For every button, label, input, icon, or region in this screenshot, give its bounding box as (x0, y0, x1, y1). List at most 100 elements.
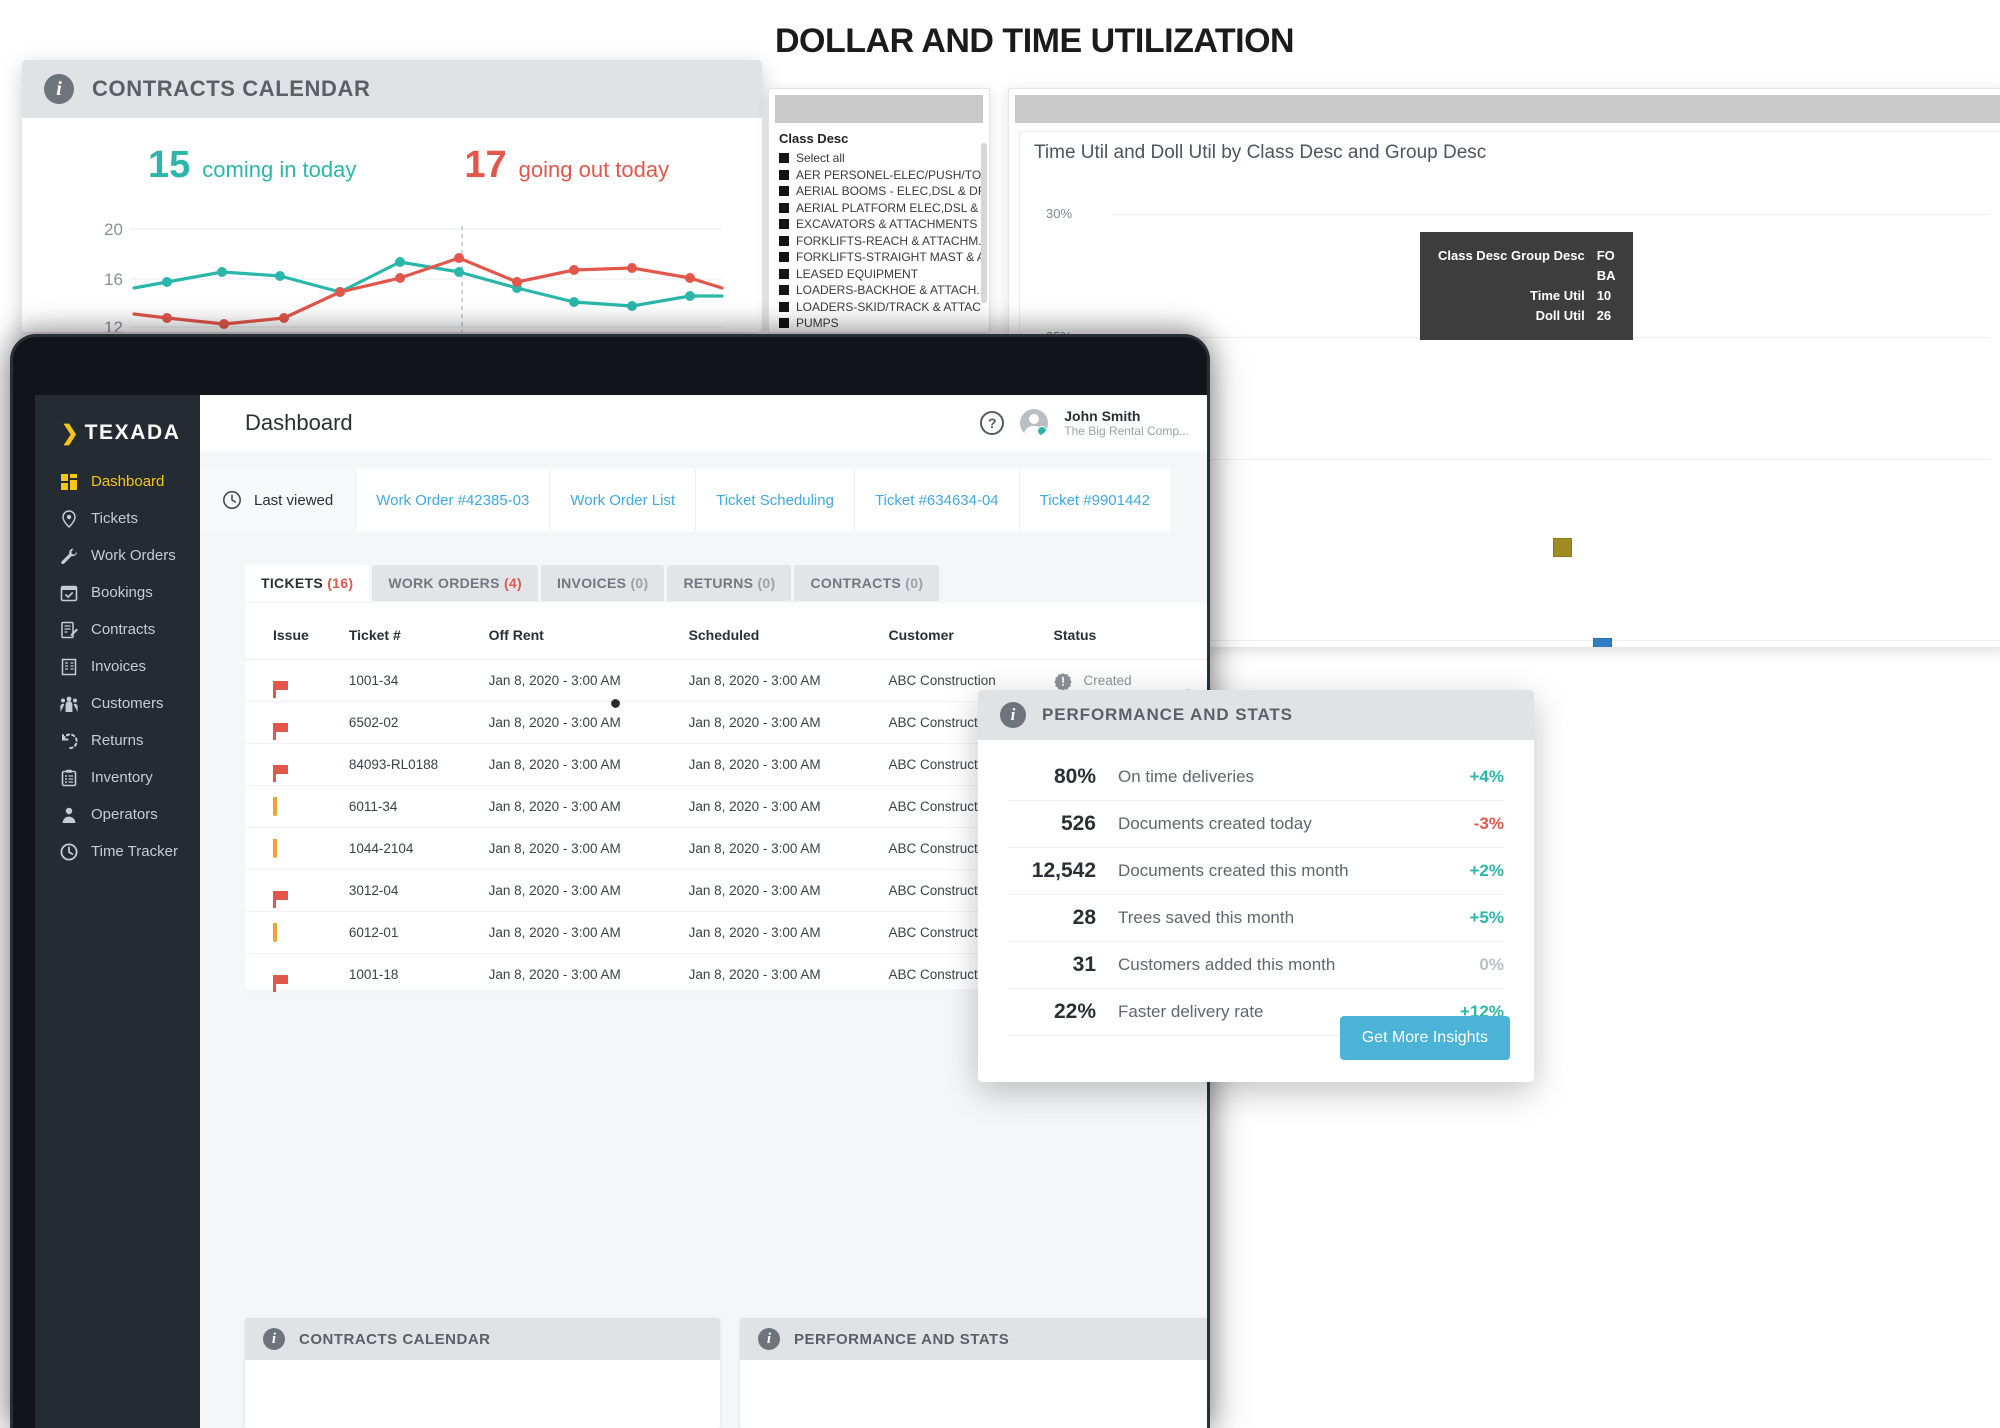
sidebar-item-operators[interactable]: Operators (35, 796, 200, 833)
panel-toolbar (1015, 95, 2000, 123)
tab-label: RETURNS (683, 575, 754, 591)
column-header[interactable]: Scheduled (688, 603, 889, 660)
scatter-point[interactable] (1592, 637, 1612, 647)
off-rent-cell: Jan 8, 2020 - 3:00 AM (488, 785, 689, 828)
ticket-number-cell[interactable]: 6502-02 (348, 701, 489, 744)
sidebar-item-work-orders[interactable]: Work Orders (35, 537, 200, 574)
tab-count: (0) (757, 575, 776, 591)
performance-card-title: PERFORMANCE AND STATS (1042, 705, 1293, 724)
last-viewed-bar: Last viewed Work Order #42385-03 Work Ord… (200, 469, 1207, 531)
going-out-label: going out today (518, 157, 670, 182)
last-viewed-tab[interactable]: Ticket #9901442 (1018, 469, 1171, 531)
sidebar-item-inventory[interactable]: Inventory (35, 759, 200, 796)
column-header[interactable]: Off Rent (488, 603, 689, 660)
online-status-dot (1037, 426, 1048, 436)
class-desc-item[interactable]: LEASED EQUIPMENT (779, 266, 981, 283)
checkbox-icon[interactable] (779, 169, 789, 180)
scheduled-cell: Jan 8, 2020 - 3:00 AM (688, 827, 889, 870)
performance-row: 31 Customers added this month 0% (1008, 942, 1504, 989)
texada-logo: ❯ TEXADA (35, 395, 200, 445)
checkbox-icon[interactable] (779, 202, 789, 213)
tab-work-orders[interactable]: WORK ORDERS (4) (372, 565, 538, 601)
going-out-stat: 17 going out today (464, 144, 669, 187)
class-desc-scrollbar[interactable] (981, 143, 987, 303)
sidebar-item-contracts[interactable]: Contracts (35, 611, 200, 648)
mini-card-performance-stats[interactable]: i PERFORMANCE AND STATS (740, 1318, 1207, 1428)
class-desc-item[interactable]: LOADERS-SKID/TRACK & ATTAC... (779, 299, 981, 316)
checkbox-icon[interactable] (779, 219, 789, 230)
sidebar-item-tickets[interactable]: Tickets (35, 500, 200, 537)
performance-delta: 0% (1479, 955, 1504, 974)
table-header-row: Issue Ticket # Off Rent Scheduled Customer St… (245, 603, 1207, 660)
ticket-number-cell[interactable]: 1001-34 (348, 659, 489, 702)
sidebar-item-bookings[interactable]: Bookings (35, 574, 200, 611)
column-header[interactable]: Customer (888, 603, 1054, 660)
sidebar-item-invoices[interactable]: Invoices (35, 648, 200, 685)
checkbox-icon[interactable] (779, 235, 789, 246)
invoice-icon (59, 657, 78, 676)
avatar[interactable] (1020, 409, 1049, 437)
last-viewed-tab[interactable]: Ticket Scheduling (695, 469, 854, 531)
sidebar-item-returns[interactable]: Returns (35, 722, 200, 759)
class-desc-item[interactable]: EXCAVATORS & ATTACHMENTS (779, 216, 981, 233)
checkbox-icon[interactable] (779, 252, 789, 263)
class-desc-item[interactable]: AERIAL BOOMS - ELEC,DSL & DF (779, 183, 981, 200)
checkbox-icon[interactable] (779, 301, 789, 312)
column-header[interactable]: Issue (245, 603, 349, 660)
mini-card-contracts-calendar[interactable]: i CONTRACTS CALENDAR (245, 1318, 720, 1428)
tab-returns[interactable]: RETURNS (0) (667, 565, 792, 601)
checkbox-icon[interactable] (779, 318, 789, 329)
info-icon: i (263, 1328, 285, 1350)
last-viewed-tab[interactable]: Ticket #634634-04 (853, 469, 1019, 531)
class-desc-item-label: FORKLIFTS-STRAIGHT MAST & A... (796, 250, 981, 264)
topbar: Dashboard ? John Smith The Big Rental Co… (200, 395, 1207, 451)
class-desc-item[interactable]: PUMPS (779, 315, 981, 332)
ticket-number-cell[interactable]: 6011-34 (348, 785, 489, 828)
class-desc-item[interactable]: LOADERS-BACKHOE & ATTACH... (779, 282, 981, 299)
grid-icon (59, 472, 78, 491)
class-desc-item[interactable]: AER PERSONEL-ELEC/PUSH/TO... (779, 167, 981, 184)
checkbox-icon[interactable] (779, 268, 789, 279)
class-desc-list[interactable]: Class Desc Select all AER PERSONEL-ELEC/P… (769, 123, 989, 333)
clipboard-icon (59, 768, 78, 787)
tab-label: INVOICES (556, 575, 627, 591)
off-rent-cell: Jan 8, 2020 - 3:00 AM (488, 869, 689, 912)
ticket-number-cell[interactable]: 6012-01 (348, 911, 489, 954)
info-icon: i (44, 74, 74, 104)
return-arrow-icon (59, 731, 78, 750)
sidebar-item-customers[interactable]: Customers (35, 685, 200, 722)
class-desc-item[interactable]: Select all (779, 150, 981, 167)
column-header[interactable]: Ticket # (348, 603, 489, 660)
last-viewed-tab[interactable]: Work Order #42385-03 (355, 469, 550, 531)
checkbox-icon[interactable] (779, 186, 789, 197)
tab-invoices[interactable]: INVOICES (0) (540, 565, 665, 601)
issue-cell (245, 911, 349, 954)
class-desc-item-label: VEHICLES (796, 332, 855, 333)
help-icon[interactable]: ? (980, 411, 1005, 435)
ticket-number-cell[interactable]: 3012-04 (348, 869, 489, 912)
user-info[interactable]: John Smith The Big Rental Comp... (1064, 408, 1189, 439)
checkbox-icon[interactable] (779, 285, 789, 296)
off-rent-cell: Jan 8, 2020 - 3:00 AM (488, 827, 689, 870)
sidebar-item-time-tracker[interactable]: Time Tracker (35, 833, 200, 870)
class-desc-item[interactable]: FORKLIFTS-STRAIGHT MAST & A... (779, 249, 981, 266)
contracts-calendar-body: 15 coming in today 17 going out today 20… (22, 118, 762, 332)
ticket-number-cell[interactable]: 1044-2104 (348, 827, 489, 870)
checkbox-icon[interactable] (779, 153, 789, 164)
class-desc-item[interactable]: VEHICLES (779, 332, 981, 333)
tab-label: TICKETS (261, 575, 323, 591)
performance-value: 12,542 (1031, 859, 1096, 882)
scatter-point[interactable] (1552, 537, 1572, 557)
column-header[interactable]: Status (1053, 603, 1207, 660)
tab-contracts[interactable]: CONTRACTS (0) (794, 565, 940, 601)
last-viewed-tab[interactable]: Work Order List (549, 469, 696, 531)
calendar-check-icon (59, 583, 78, 602)
ticket-number-cell[interactable]: 84093-RL0188 (348, 743, 489, 786)
get-more-insights-button[interactable]: Get More Insights (1339, 1016, 1510, 1060)
tab-tickets[interactable]: TICKETS (16) (245, 565, 370, 601)
class-desc-item[interactable]: AERIAL PLATFORM ELEC,DSL & DF (779, 200, 981, 217)
calendar-icon (273, 923, 277, 942)
ticket-number-cell[interactable]: 1001-18 (348, 953, 489, 996)
class-desc-item[interactable]: FORKLIFTS-REACH & ATTACHM... (779, 233, 981, 250)
sidebar-item-dashboard[interactable]: Dashboard (35, 463, 200, 500)
